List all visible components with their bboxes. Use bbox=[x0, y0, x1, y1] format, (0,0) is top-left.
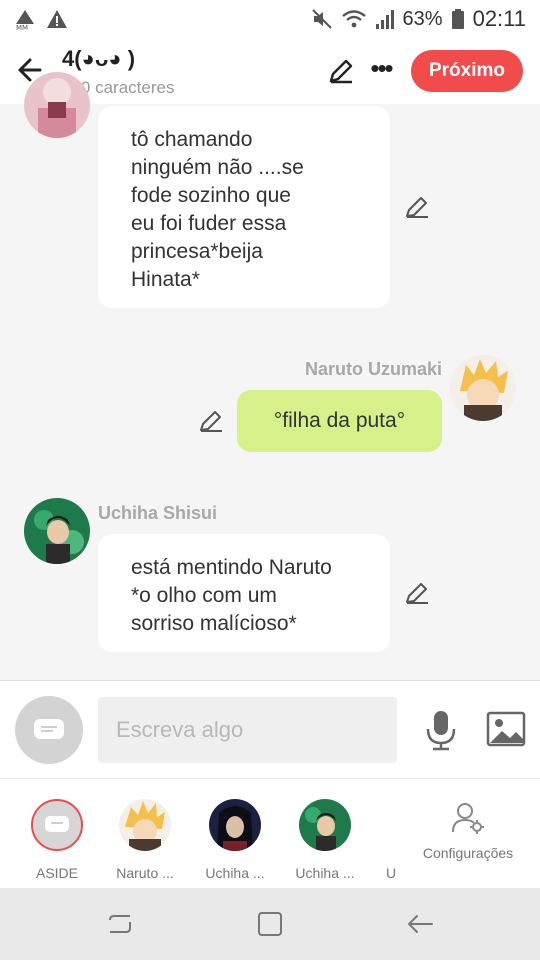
message-input[interactable]: Escreva algo bbox=[98, 697, 397, 763]
character-tab-bar: ASIDE Naruto ... Uchiha ... Uchiha ... U… bbox=[0, 778, 540, 888]
home-icon[interactable] bbox=[256, 910, 284, 938]
clock: 02:11 bbox=[472, 6, 526, 31]
back-nav-icon[interactable] bbox=[406, 910, 434, 938]
edit-message-icon[interactable] bbox=[404, 580, 430, 606]
tab-label: Naruto ... bbox=[116, 865, 174, 881]
tab-character[interactable]: Uchiha ... bbox=[197, 799, 273, 881]
edit-message-icon[interactable] bbox=[404, 194, 430, 220]
microphone-icon[interactable] bbox=[424, 709, 458, 751]
avatar[interactable] bbox=[450, 355, 516, 421]
message-bubble-mine: °filha da puta° bbox=[237, 390, 442, 452]
chat-title: 4(◕ᴗ◕ ) bbox=[62, 46, 136, 71]
message-composer: Escreva algo bbox=[0, 680, 540, 778]
image-icon[interactable] bbox=[486, 711, 526, 747]
wifi-icon bbox=[341, 10, 366, 28]
edit-message-icon[interactable] bbox=[198, 408, 224, 434]
recent-apps-icon[interactable] bbox=[106, 910, 134, 938]
warning-icon bbox=[47, 10, 67, 28]
more-options-icon[interactable]: ••• bbox=[366, 55, 396, 86]
tab-character-partial[interactable]: U bbox=[380, 799, 402, 881]
avatar[interactable] bbox=[24, 498, 90, 564]
message-text: tô chamando ninguém não ....se fode sozi… bbox=[131, 128, 304, 291]
tab-settings[interactable]: Configurações bbox=[418, 801, 518, 861]
system-nav-bar bbox=[0, 888, 540, 960]
tab-label: ASIDE bbox=[35, 865, 78, 881]
avatar bbox=[209, 799, 261, 851]
tab-label: Configurações bbox=[422, 845, 514, 861]
tab-label: U bbox=[385, 865, 397, 881]
avatar[interactable] bbox=[24, 72, 90, 138]
svg-text:MM: MM bbox=[16, 24, 28, 30]
signal-icon bbox=[375, 10, 394, 29]
message-text: °filha da puta° bbox=[273, 409, 406, 432]
pencil-icon[interactable] bbox=[326, 56, 356, 86]
avatar bbox=[299, 799, 351, 851]
tab-label: Uchiha ... bbox=[205, 865, 265, 881]
author-name: Uchiha Shisui bbox=[98, 503, 218, 523]
message-text: está mentindo Naruto *o olho com um sorr… bbox=[131, 556, 332, 635]
mm-icon: MM bbox=[16, 10, 34, 30]
battery-icon bbox=[451, 9, 464, 29]
tab-character[interactable]: Naruto ... bbox=[107, 799, 183, 881]
tab-label: Uchiha ... bbox=[295, 865, 355, 881]
tab-aside[interactable]: ASIDE bbox=[19, 799, 95, 881]
avatar bbox=[119, 799, 171, 851]
user-settings-icon bbox=[452, 803, 484, 834]
message-bubble: tô chamando ninguém não ....se fode sozi… bbox=[98, 106, 390, 308]
author-name: Naruto Uzumaki bbox=[304, 359, 442, 379]
aside-tab-icon bbox=[31, 799, 83, 851]
message-bubble: está mentindo Naruto *o olho com um sorr… bbox=[98, 534, 390, 652]
mute-icon bbox=[311, 9, 332, 29]
aside-button[interactable] bbox=[15, 696, 83, 764]
status-bar: MM 63% 02:11 bbox=[0, 0, 540, 38]
battery-percent: 63% bbox=[402, 7, 443, 30]
chat-bubble-icon bbox=[34, 719, 64, 739]
tab-character[interactable]: Uchiha ... bbox=[287, 799, 363, 881]
next-button[interactable]: Próximo bbox=[411, 50, 523, 92]
